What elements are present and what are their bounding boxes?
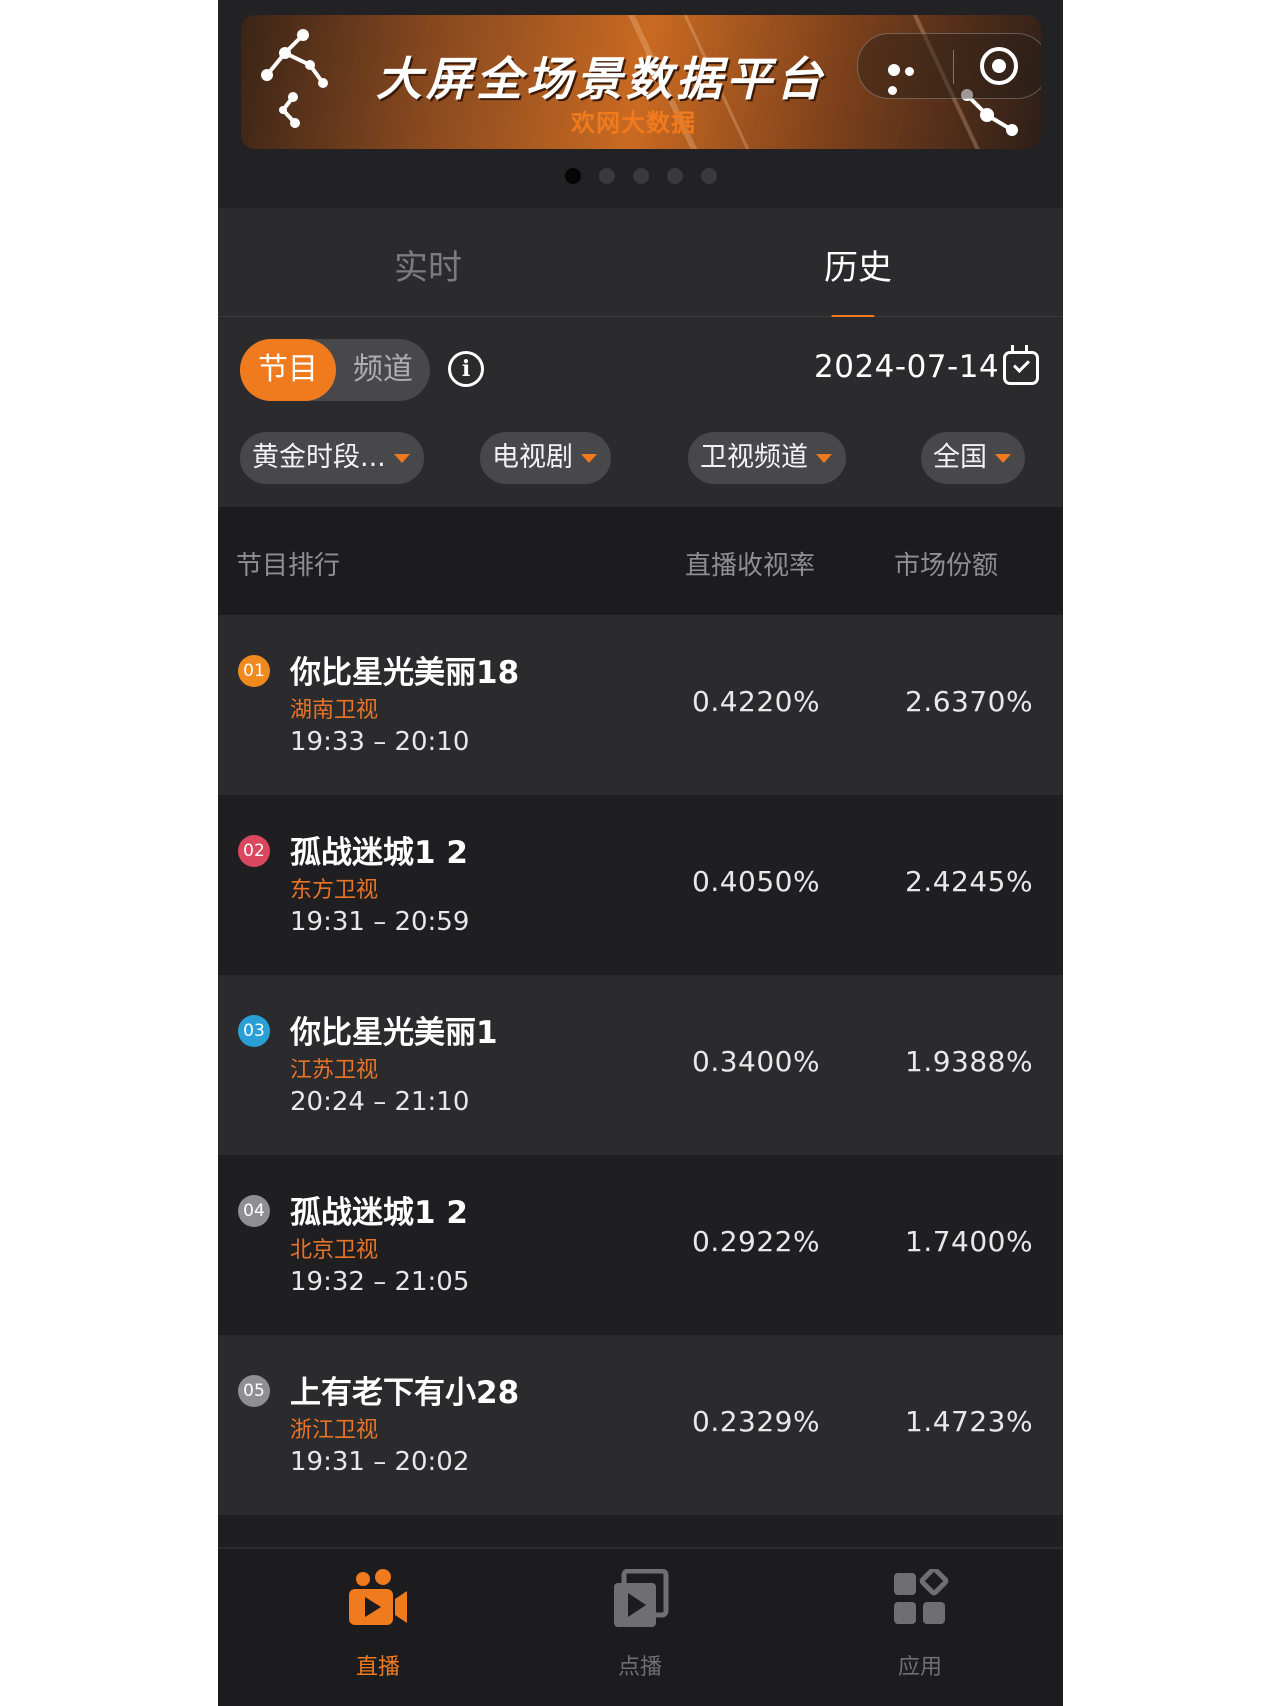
program-channel: 湖南卫视 bbox=[290, 698, 379, 723]
caret-down-icon bbox=[393, 454, 410, 463]
program-title: 你比星光美丽1 bbox=[290, 1015, 498, 1051]
promo-banner[interactable]: 大屏全场景数据平台 欢网大数据 bbox=[241, 15, 1041, 149]
header-program-rank: 节目排行 bbox=[236, 551, 341, 581]
nav-apps[interactable]: 应用 bbox=[850, 1566, 990, 1680]
nav-vod[interactable]: 点播 bbox=[570, 1568, 710, 1680]
table-row[interactable]: 03 你比星光美丽1 江苏卫视 20:24 – 21:10 0.3400% 1.… bbox=[218, 975, 1063, 1155]
program-time: 19:31 – 20:59 bbox=[290, 907, 470, 937]
bottom-navigation: 直播 点播 应用 bbox=[218, 1547, 1063, 1706]
filter-label: 电视剧 bbox=[492, 442, 573, 473]
program-channel: 东方卫视 bbox=[290, 878, 379, 903]
rank-badge: 04 bbox=[238, 1195, 270, 1227]
program-title: 上有老下有小28 bbox=[290, 1375, 520, 1411]
rank-badge: 03 bbox=[238, 1015, 270, 1047]
tab-history[interactable]: 历史 bbox=[708, 240, 1008, 289]
vod-play-icon bbox=[614, 1568, 669, 1627]
caret-down-icon bbox=[816, 454, 832, 463]
program-channel: 北京卫视 bbox=[290, 1238, 379, 1263]
more-dots-icon[interactable] bbox=[888, 61, 932, 95]
segment-program[interactable]: 节目 bbox=[240, 339, 336, 401]
caret-down-icon bbox=[581, 454, 597, 463]
banner-title: 大屏全场景数据平台 bbox=[376, 52, 826, 106]
filter-label: 全国 bbox=[933, 442, 987, 473]
banner-area: 大屏全场景数据平台 欢网大数据 bbox=[218, 0, 1063, 208]
market-share-value: 2.6370% bbox=[905, 685, 1034, 718]
molecule-icon bbox=[261, 29, 328, 128]
filter-label: 卫视频道 bbox=[700, 442, 808, 473]
rank-badge: 02 bbox=[238, 835, 270, 867]
filter-controls: 节目 频道 i 2024-07-14 黄金时段... 电视剧 卫视频道 全国 bbox=[218, 317, 1063, 507]
table-row[interactable]: 04 孤战迷城1 2 北京卫视 19:32 – 21:05 0.2922% 1.… bbox=[218, 1155, 1063, 1335]
date-display[interactable]: 2024-07-14 bbox=[814, 349, 999, 385]
live-camera-icon bbox=[349, 1569, 407, 1625]
program-channel: 浙江卫视 bbox=[290, 1418, 379, 1443]
rank-badge: 01 bbox=[238, 655, 270, 687]
app-screen: 大屏全场景数据平台 欢网大数据 实时 历史 节目 频道 i 2024-07-14 bbox=[218, 0, 1063, 1706]
nav-label: 点播 bbox=[617, 1655, 662, 1680]
table-row[interactable]: 02 孤战迷城1 2 东方卫视 19:31 – 20:59 0.4050% 2.… bbox=[218, 795, 1063, 975]
filter-label: 黄金时段... bbox=[252, 442, 386, 473]
pager-dot[interactable] bbox=[632, 168, 649, 184]
pager-dot[interactable] bbox=[598, 168, 615, 184]
pager-dot[interactable] bbox=[564, 168, 581, 184]
calendar-icon[interactable] bbox=[1003, 345, 1039, 385]
caret-down-icon bbox=[995, 454, 1011, 463]
table-row-partial bbox=[218, 1515, 1063, 1547]
program-title: 你比星光美丽18 bbox=[290, 655, 520, 691]
program-channel-toggle: 节目 频道 bbox=[240, 339, 430, 401]
nav-live[interactable]: 直播 bbox=[308, 1569, 448, 1680]
banner-pager bbox=[218, 168, 1063, 184]
pager-dot[interactable] bbox=[700, 168, 717, 184]
pager-dot[interactable] bbox=[666, 168, 683, 184]
info-icon[interactable]: i bbox=[448, 351, 484, 387]
banner-subtitle: 欢网大数据 bbox=[571, 109, 696, 137]
channel-type-filter[interactable]: 卫视频道 bbox=[688, 432, 846, 484]
close-target-icon[interactable] bbox=[980, 47, 1018, 85]
program-title: 孤战迷城1 2 bbox=[290, 835, 468, 871]
program-channel: 江苏卫视 bbox=[290, 1058, 379, 1083]
table-row[interactable]: 01 你比星光美丽18 湖南卫视 19:33 – 20:10 0.4220% 2… bbox=[218, 615, 1063, 795]
region-filter[interactable]: 全国 bbox=[921, 432, 1025, 484]
live-rating-value: 0.4050% bbox=[692, 865, 821, 898]
time-slot-filter[interactable]: 黄金时段... bbox=[240, 432, 424, 484]
nav-label: 应用 bbox=[897, 1655, 942, 1680]
live-rating-value: 0.4220% bbox=[692, 685, 821, 718]
live-rating-value: 0.3400% bbox=[692, 1045, 821, 1078]
segment-channel[interactable]: 频道 bbox=[336, 339, 430, 401]
apps-grid-icon bbox=[894, 1566, 949, 1624]
market-share-value: 1.4723% bbox=[905, 1405, 1034, 1438]
table-row[interactable]: 05 上有老下有小28 浙江卫视 19:31 – 20:02 0.2329% 1… bbox=[218, 1335, 1063, 1515]
tab-bar: 实时 历史 bbox=[218, 208, 1063, 320]
live-rating-value: 0.2922% bbox=[692, 1225, 821, 1258]
live-rating-value: 0.2329% bbox=[692, 1405, 821, 1438]
program-time: 20:24 – 21:10 bbox=[290, 1087, 470, 1117]
program-title: 孤战迷城1 2 bbox=[290, 1195, 468, 1231]
program-time: 19:31 – 20:02 bbox=[290, 1447, 470, 1477]
nav-label: 直播 bbox=[355, 1655, 400, 1680]
rank-badge: 05 bbox=[238, 1375, 270, 1407]
program-time: 19:32 – 21:05 bbox=[290, 1267, 470, 1297]
header-live-rating: 直播收视率 bbox=[685, 551, 816, 581]
market-share-value: 2.4245% bbox=[905, 865, 1034, 898]
program-time: 19:33 – 20:10 bbox=[290, 727, 470, 757]
tab-realtime[interactable]: 实时 bbox=[278, 240, 578, 289]
market-share-value: 1.7400% bbox=[905, 1225, 1034, 1258]
market-share-value: 1.9388% bbox=[905, 1045, 1034, 1078]
genre-filter[interactable]: 电视剧 bbox=[480, 432, 611, 484]
miniprogram-capsule bbox=[857, 33, 1041, 99]
ranking-table-header: 节目排行 直播收视率 市场份额 bbox=[218, 507, 1063, 615]
header-market-share: 市场份额 bbox=[894, 551, 999, 581]
